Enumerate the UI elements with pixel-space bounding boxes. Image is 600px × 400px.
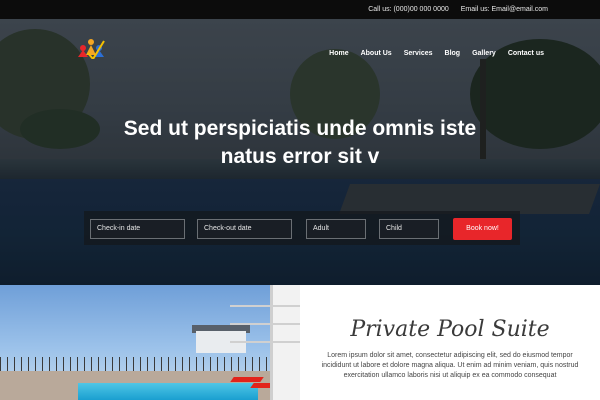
hero-banner: Home About Us Services Blog Gallery Cont… xyxy=(0,19,600,285)
suite-info-panel: Private Pool Suite Lorem ipsum dolor sit… xyxy=(300,285,600,400)
nav-gallery[interactable]: Gallery xyxy=(472,50,496,57)
book-now-button[interactable]: Book now! xyxy=(453,218,512,240)
call-us-text: Call us: (000)00 000 0000 xyxy=(368,6,449,13)
photo-lounger xyxy=(230,377,264,382)
hero-title: Sed ut perspiciatis unde omnis iste natu… xyxy=(0,115,600,171)
email-us-text[interactable]: Email us: Email@email.com xyxy=(461,6,548,13)
nav-blog[interactable]: Blog xyxy=(445,50,461,57)
adult-field[interactable]: Adult xyxy=(306,219,366,239)
main-nav: Home About Us Services Blog Gallery Cont… xyxy=(329,50,544,57)
booking-form: Check-in date Check-out date Adult Child… xyxy=(84,211,520,245)
checkin-date-field[interactable]: Check-in date xyxy=(90,219,185,239)
nav-home[interactable]: Home xyxy=(329,50,348,57)
brand-logo[interactable] xyxy=(74,35,118,59)
nav-about-us[interactable]: About Us xyxy=(361,50,392,57)
photo-pool-water xyxy=(78,383,258,400)
suite-description: Lorem ipsum dolor sit amet, consectetur … xyxy=(321,352,579,379)
checkout-date-field[interactable]: Check-out date xyxy=(197,219,292,239)
photo-rail xyxy=(230,323,300,325)
suite-photo xyxy=(0,285,300,400)
child-field[interactable]: Child xyxy=(379,219,439,239)
photo-rail xyxy=(230,341,300,343)
nav-services[interactable]: Services xyxy=(404,50,433,57)
suite-title: Private Pool Suite xyxy=(350,317,550,342)
photo-rail xyxy=(230,305,300,307)
photo-fence xyxy=(0,357,300,371)
nav-contact-us[interactable]: Contact us xyxy=(508,50,544,57)
top-contact-bar: Call us: (000)00 000 0000 Email us: Emai… xyxy=(0,0,600,19)
hero-title-line-2: natus error sit v xyxy=(220,145,380,168)
hero-title-line-1: Sed ut perspiciatis unde omnis iste xyxy=(123,117,477,140)
